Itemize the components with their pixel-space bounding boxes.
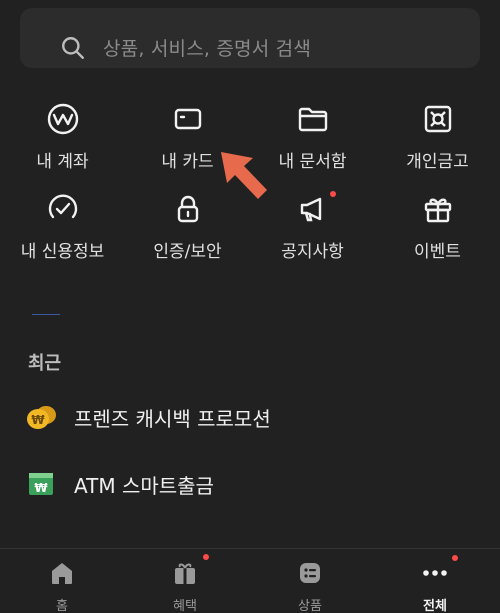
pointer-arrow-icon [221,152,267,199]
svg-text:₩: ₩ [34,481,48,495]
menu-credit-info[interactable]: 내 신용정보 [0,191,125,262]
tab-all[interactable]: 전체 [395,555,475,613]
search-icon [62,37,84,59]
more-dots-icon [423,570,447,576]
product-icon [300,563,320,583]
won-circle-icon [47,103,78,135]
home-icon [52,563,72,584]
section-divider [32,314,60,315]
card-icon [174,108,201,130]
tab-home[interactable]: 홈 [22,559,102,613]
tab-label: 상품 [298,599,322,613]
recent-item-label: 프렌즈 캐시백 프로모션 [74,406,271,431]
search-bar[interactable]: 상품, 서비스, 증명서 검색 [20,8,480,68]
benefit-gift-icon [175,563,195,584]
recent-item-cashback[interactable]: ₩ 프렌즈 캐시백 프로모션 [24,400,271,434]
menu-my-account[interactable]: 내 계좌 [0,101,125,172]
recent-item-label: ATM 스마트출금 [74,473,214,498]
menu-label: 인증/보안 [153,242,222,262]
menu-events[interactable]: 이벤트 [375,191,500,262]
tab-products[interactable]: 상품 [270,559,350,613]
menu-label: 개인금고 [406,152,469,172]
tab-label: 혜택 [173,599,197,613]
benefits-badge-dot [203,554,209,560]
menu-label: 내 계좌 [36,152,89,172]
tab-benefits[interactable]: 혜택 [145,554,225,613]
notice-badge-dot [330,191,336,197]
gift-icon [424,198,451,223]
svg-text:₩: ₩ [31,413,45,427]
tab-label: 전체 [423,599,447,613]
menu-label: 공지사항 [281,242,344,262]
menu-label: 이벤트 [414,242,461,262]
lock-icon [177,195,198,223]
megaphone-icon [300,197,321,222]
recent-item-atm[interactable]: ₩ ATM 스마트출금 [24,467,214,501]
menu-label: 내 신용정보 [20,242,105,262]
recent-title: 최근 [28,353,62,374]
menu-personal-safe[interactable]: 개인금고 [375,101,500,172]
coin-cashback-icon: ₩ [27,406,56,429]
all-badge-dot [452,555,458,561]
tab-label: 홈 [56,599,68,613]
bottom-tab-bar: 홈 혜택 상품 전체 [0,548,500,613]
credit-gauge-icon [48,194,77,219]
atm-icon: ₩ [29,473,53,495]
search-placeholder: 상품, 서비스, 증명서 검색 [103,38,311,60]
folder-icon [298,107,327,132]
safe-icon [424,105,451,133]
